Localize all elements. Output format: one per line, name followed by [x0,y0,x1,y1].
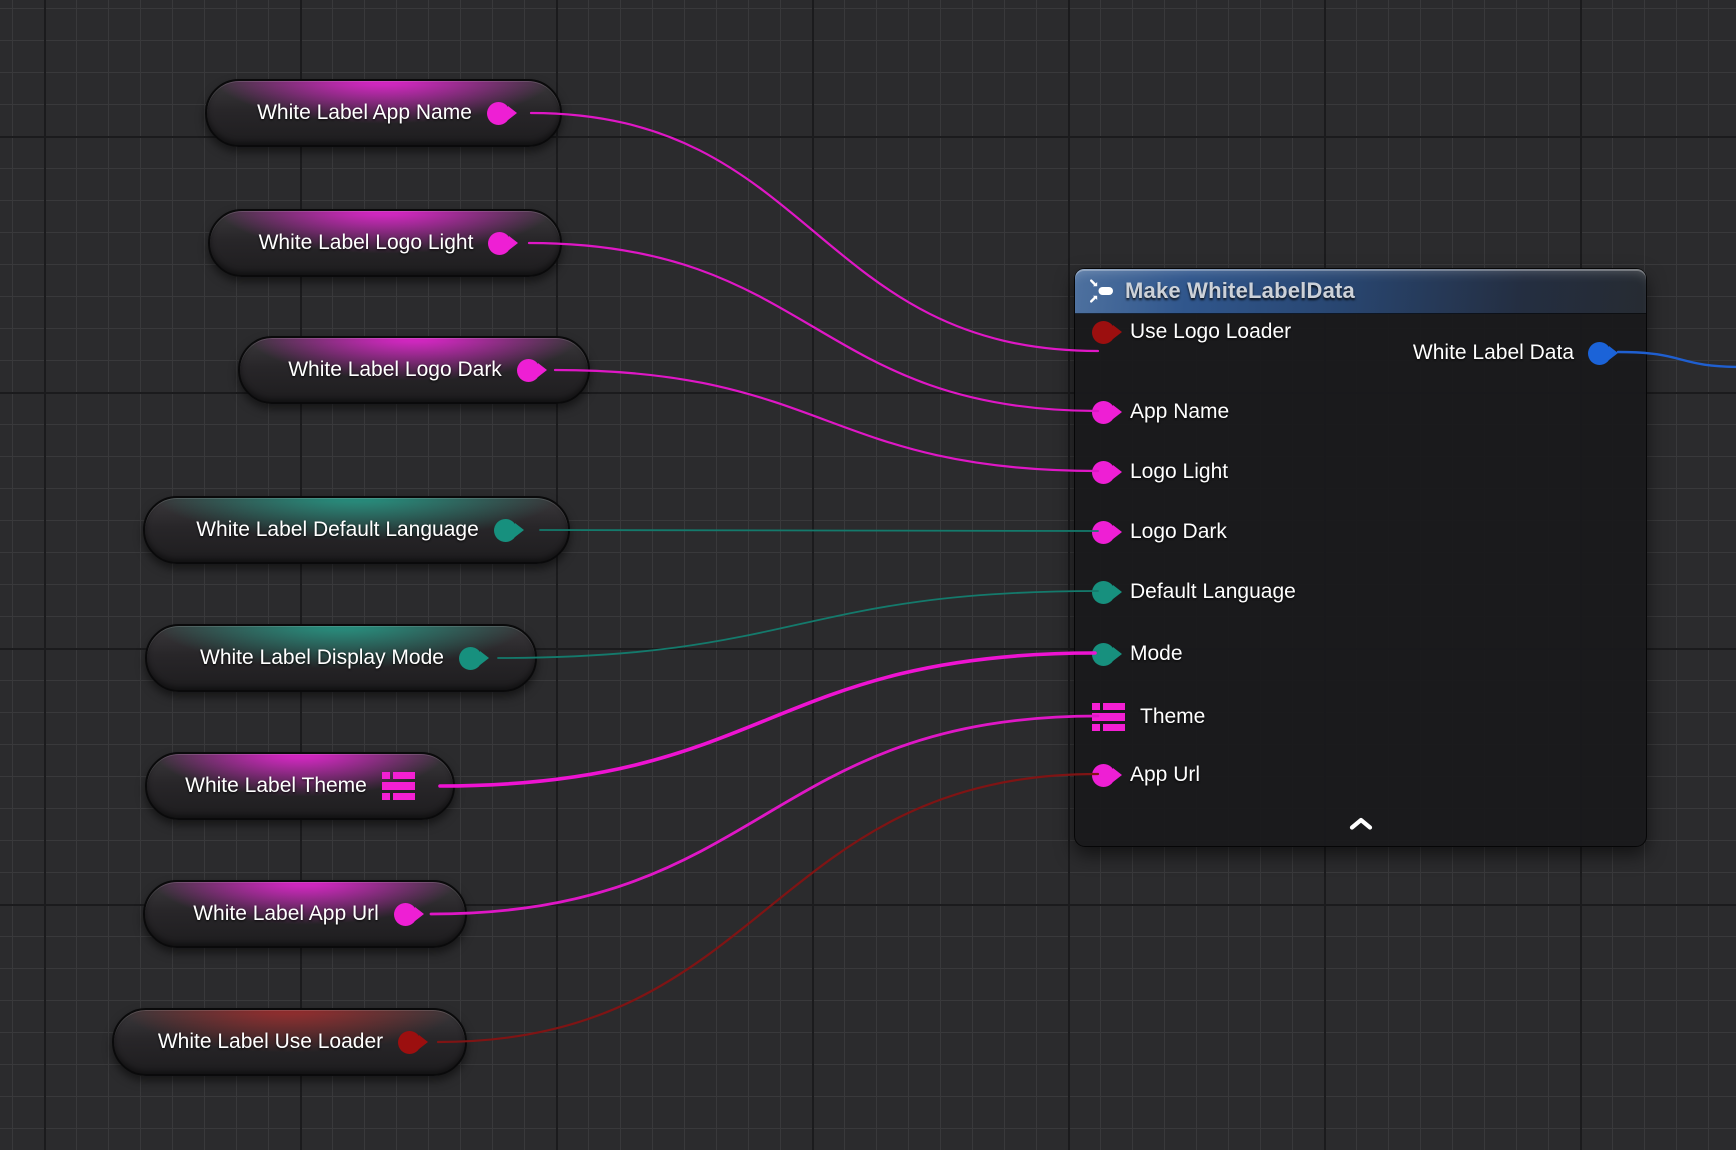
pin-label: White Label Data [1413,341,1574,365]
input-pin-row-app-url: App Url [1092,757,1200,793]
collapse-node-button[interactable] [1348,817,1374,830]
var-node-label: White Label Display Mode [200,646,444,670]
input-pin-row-mode: Mode [1092,636,1183,672]
var-node-white-label-logo-dark[interactable]: White Label Logo Dark [238,336,590,404]
enum-output-pin[interactable] [494,519,517,542]
pin-label: Theme [1140,705,1205,729]
pin-label: Mode [1130,642,1183,666]
string-output-pin[interactable] [394,903,417,926]
make-whitelabeldata-node[interactable]: Make WhiteLabelData App Name Logo Light … [1074,268,1647,847]
var-node-label: White Label App Name [257,101,472,125]
input-pin-row-logo-dark: Logo Dark [1092,514,1227,550]
bool-input-pin[interactable] [1092,321,1115,344]
var-node-white-label-app-url[interactable]: White Label App Url [143,880,467,948]
var-node-white-label-default-language[interactable]: White Label Default Language [143,496,570,564]
struct-output-pin[interactable] [1588,342,1611,365]
var-node-white-label-app-name[interactable]: White Label App Name [205,79,562,147]
bool-output-pin[interactable] [398,1031,421,1054]
enum-input-pin[interactable] [1092,581,1115,604]
make-node-header[interactable]: Make WhiteLabelData [1075,269,1646,314]
string-output-pin[interactable] [517,359,540,382]
struct-output-pin[interactable] [382,772,415,801]
make-node-title: Make WhiteLabelData [1125,278,1355,304]
blueprint-graph-canvas[interactable]: White Label App Name White Label Logo Li… [0,0,1736,1150]
string-input-pin[interactable] [1092,764,1115,787]
input-pin-row-logo-light: Logo Light [1092,454,1228,490]
var-node-label: White Label Use Loader [158,1030,383,1054]
var-node-label: White Label Logo Light [259,231,474,255]
pin-label: App Name [1130,400,1229,424]
output-pin-row-white-label-data: White Label Data [1413,335,1611,371]
pin-label: Default Language [1130,580,1296,604]
pin-label: Logo Light [1130,460,1228,484]
var-node-label: White Label App Url [193,902,379,926]
enum-output-pin[interactable] [459,647,482,670]
struct-input-pin[interactable] [1092,703,1125,732]
make-struct-icon [1089,278,1115,304]
input-pin-row-theme: Theme [1092,699,1205,735]
var-node-white-label-logo-light[interactable]: White Label Logo Light [208,209,562,277]
input-pin-row-use-logo-loader: Use Logo Loader [1092,314,1291,350]
var-node-white-label-display-mode[interactable]: White Label Display Mode [145,624,537,692]
string-input-pin[interactable] [1092,521,1115,544]
pin-label: Use Logo Loader [1130,320,1291,344]
input-pin-row-default-language: Default Language [1092,574,1296,610]
var-node-label: White Label Logo Dark [288,358,502,382]
input-pin-row-app-name: App Name [1092,394,1229,430]
var-node-white-label-use-loader[interactable]: White Label Use Loader [112,1008,467,1076]
var-node-label: White Label Theme [185,774,367,798]
string-input-pin[interactable] [1092,401,1115,424]
chevron-up-icon [1348,817,1374,830]
enum-input-pin[interactable] [1092,643,1115,666]
string-output-pin[interactable] [488,232,511,255]
string-input-pin[interactable] [1092,461,1115,484]
string-output-pin[interactable] [487,102,510,125]
pin-label: App Url [1130,763,1200,787]
var-node-label: White Label Default Language [196,518,479,542]
var-node-white-label-theme[interactable]: White Label Theme [145,752,455,820]
pin-label: Logo Dark [1130,520,1227,544]
